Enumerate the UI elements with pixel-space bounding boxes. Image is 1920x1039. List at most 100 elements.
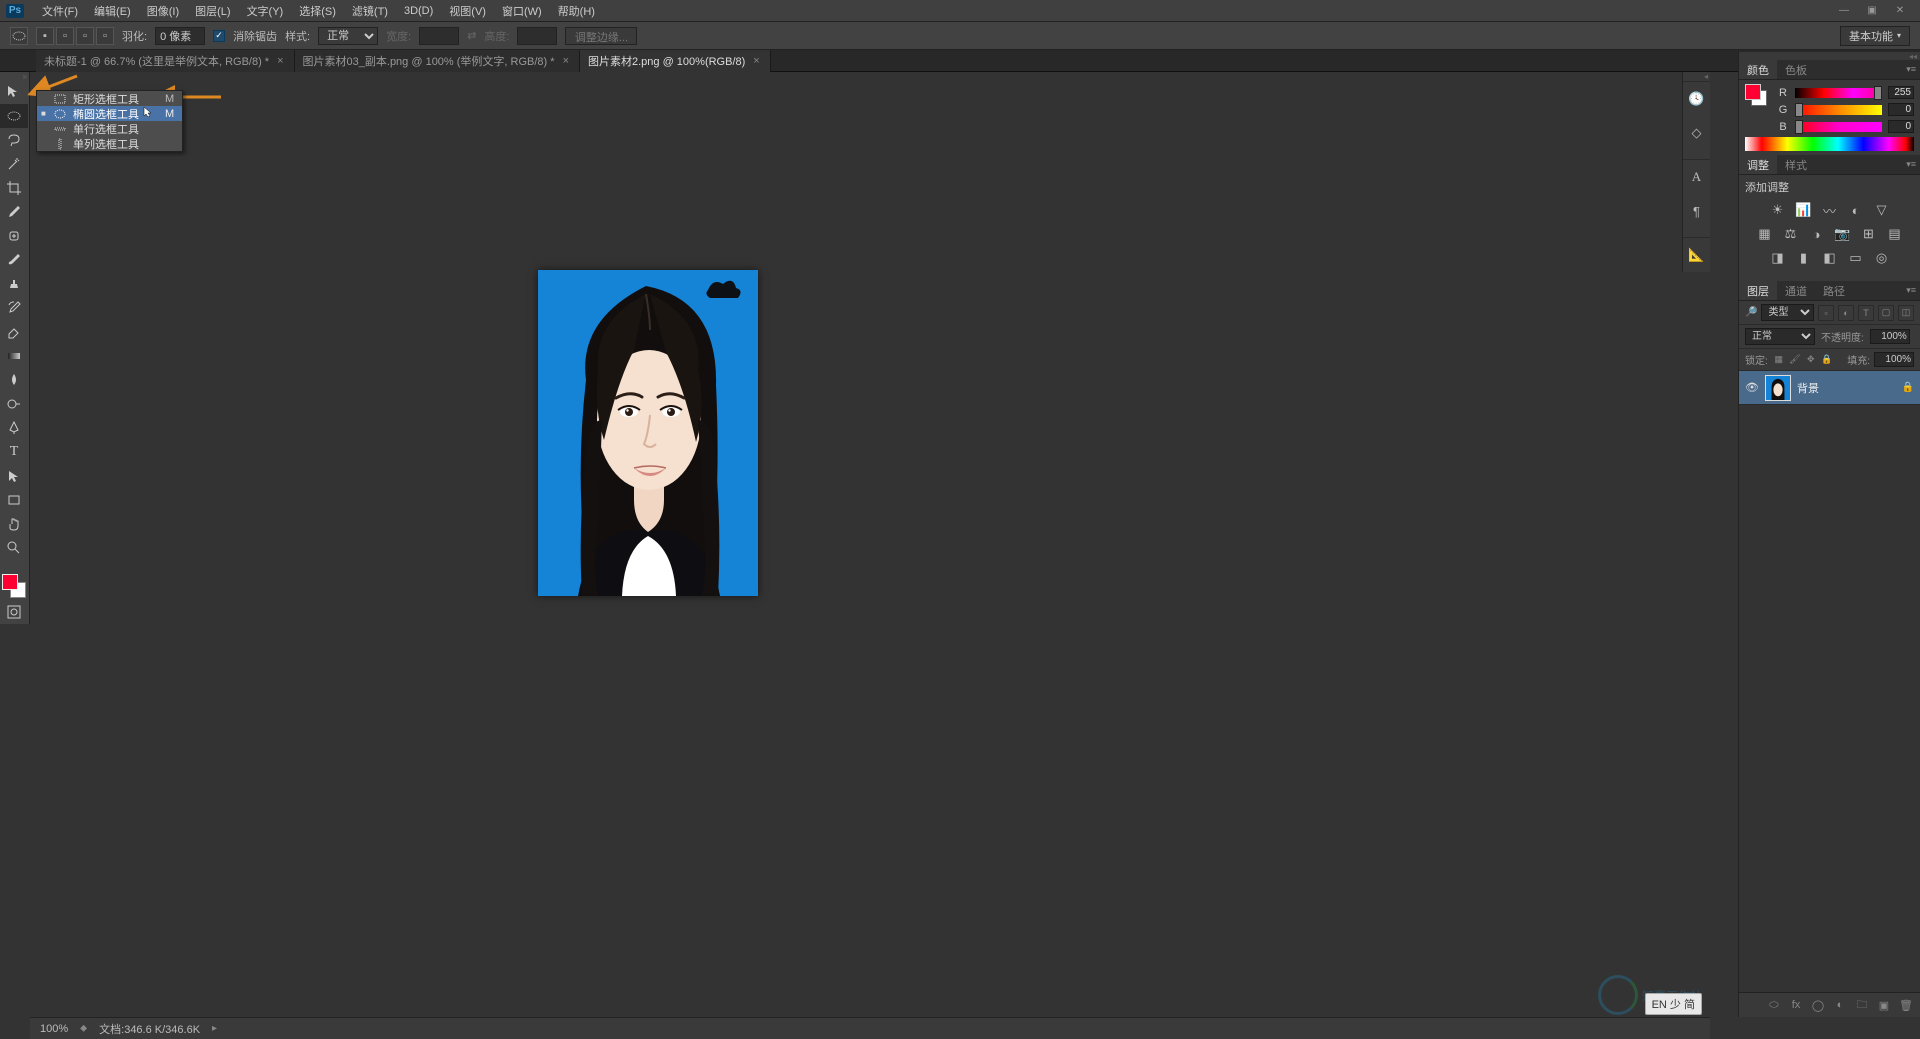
- new-layer-icon[interactable]: ▣: [1876, 997, 1892, 1013]
- brush-tool[interactable]: [0, 248, 28, 272]
- layer-item-background[interactable]: 👁 背景 🔒: [1739, 371, 1920, 405]
- lock-position-icon[interactable]: ✥: [1804, 353, 1818, 367]
- g-value[interactable]: 0: [1888, 103, 1914, 116]
- channels-tab[interactable]: 通道: [1777, 281, 1815, 300]
- zoom-menu-icon[interactable]: ⬥: [80, 1023, 87, 1034]
- selection-intersect-button[interactable]: ▫: [96, 27, 114, 45]
- selection-add-button[interactable]: ▫: [56, 27, 74, 45]
- gradient-tool[interactable]: [0, 344, 28, 368]
- swatches-tab[interactable]: 色板: [1777, 60, 1815, 79]
- dodge-tool[interactable]: [0, 392, 28, 416]
- window-maximize-button[interactable]: ▣: [1858, 2, 1886, 20]
- posterize-adjustment-icon[interactable]: ▮: [1794, 249, 1814, 267]
- doc-tab-2[interactable]: 图片素材03_副本.png @ 100% (举例文字, RGB/8) *×: [295, 50, 580, 72]
- threshold-adjustment-icon[interactable]: ◧: [1820, 249, 1840, 267]
- window-minimize-button[interactable]: —: [1830, 2, 1858, 20]
- layers-tab[interactable]: 图层: [1739, 281, 1777, 300]
- blur-tool[interactable]: [0, 368, 28, 392]
- path-selection-tool[interactable]: [0, 464, 28, 488]
- menu-layer[interactable]: 图层(L): [187, 0, 238, 22]
- clone-stamp-tool[interactable]: [0, 272, 28, 296]
- foreground-color-swatch[interactable]: [2, 574, 18, 590]
- history-brush-tool[interactable]: [0, 296, 28, 320]
- brightness-adjustment-icon[interactable]: ☀: [1768, 201, 1788, 219]
- type-tool[interactable]: T: [0, 440, 28, 464]
- layer-mask-icon[interactable]: ◯: [1810, 997, 1826, 1013]
- color-swatches[interactable]: [2, 574, 28, 600]
- lock-icon[interactable]: 🔒: [1902, 382, 1914, 393]
- magic-wand-tool[interactable]: [0, 152, 28, 176]
- canvas-workspace[interactable]: [30, 72, 1710, 1017]
- selective-color-adjustment-icon[interactable]: ◎: [1872, 249, 1892, 267]
- workspace-switcher[interactable]: 基本功能▾: [1840, 26, 1910, 46]
- rectangular-marquee-option[interactable]: 矩形选框工具 M: [37, 91, 182, 106]
- hue-adjustment-icon[interactable]: ▦: [1755, 225, 1775, 243]
- refine-edge-button[interactable]: 调整边缘...: [565, 27, 637, 45]
- menu-image[interactable]: 图像(I): [139, 0, 187, 22]
- menu-filter[interactable]: 滤镜(T): [344, 0, 396, 22]
- eyedropper-tool[interactable]: [0, 200, 28, 224]
- menu-window[interactable]: 窗口(W): [494, 0, 550, 22]
- panel-menu-icon[interactable]: ▾≡: [1904, 285, 1920, 296]
- curves-adjustment-icon[interactable]: 〰: [1820, 201, 1840, 219]
- close-icon[interactable]: ×: [751, 55, 761, 67]
- link-layers-icon[interactable]: ⬭: [1766, 997, 1782, 1013]
- vibrance-adjustment-icon[interactable]: ▽: [1872, 201, 1892, 219]
- close-icon[interactable]: ×: [561, 55, 571, 67]
- active-tool-preset[interactable]: [10, 27, 28, 45]
- close-icon[interactable]: ×: [275, 55, 285, 67]
- layer-style-icon[interactable]: fx: [1788, 997, 1804, 1013]
- menu-edit[interactable]: 编辑(E): [86, 0, 139, 22]
- levels-adjustment-icon[interactable]: 📊: [1794, 201, 1814, 219]
- photo-filter-adjustment-icon[interactable]: 📷: [1833, 225, 1853, 243]
- document-image[interactable]: [538, 270, 758, 596]
- lock-image-icon[interactable]: 🖌: [1788, 353, 1802, 367]
- selection-new-button[interactable]: ▪: [36, 27, 54, 45]
- pen-tool[interactable]: [0, 416, 28, 440]
- bw-adjustment-icon[interactable]: ◑: [1807, 225, 1827, 243]
- gradient-map-adjustment-icon[interactable]: ▭: [1846, 249, 1866, 267]
- marquee-tool[interactable]: [0, 104, 28, 128]
- style-select[interactable]: 正常: [318, 27, 378, 45]
- new-group-icon[interactable]: 🗀: [1854, 997, 1870, 1013]
- r-value[interactable]: 255: [1888, 86, 1914, 99]
- menu-select[interactable]: 选择(S): [291, 0, 344, 22]
- eraser-tool[interactable]: [0, 320, 28, 344]
- r-slider[interactable]: [1795, 88, 1882, 98]
- menu-3d[interactable]: 3D(D): [396, 2, 441, 20]
- visibility-toggle-icon[interactable]: 👁: [1745, 381, 1759, 395]
- zoom-level[interactable]: 100%: [40, 1023, 68, 1035]
- single-col-marquee-option[interactable]: 单列选框工具: [37, 136, 182, 151]
- selection-subtract-button[interactable]: ▫: [76, 27, 94, 45]
- filter-pixel-icon[interactable]: ▫: [1818, 305, 1834, 321]
- doc-tab-1[interactable]: 未标题-1 @ 66.7% (这里是举例文本, RGB/8) *×: [36, 50, 295, 72]
- filter-shape-icon[interactable]: ▢: [1878, 305, 1894, 321]
- healing-brush-tool[interactable]: [0, 224, 28, 248]
- layer-name[interactable]: 背景: [1797, 380, 1896, 396]
- history-panel-icon[interactable]: 🕓: [1686, 88, 1708, 110]
- properties-panel-icon[interactable]: ◇: [1686, 122, 1708, 144]
- layer-thumbnail[interactable]: [1765, 375, 1791, 401]
- shape-tool[interactable]: [0, 488, 28, 512]
- b-value[interactable]: 0: [1888, 120, 1914, 133]
- measurement-panel-icon[interactable]: 📐: [1686, 244, 1708, 266]
- panel-menu-icon[interactable]: ▾≡: [1904, 159, 1920, 170]
- ime-indicator[interactable]: EN 少 简: [1645, 993, 1702, 1015]
- color-balance-adjustment-icon[interactable]: ⚖: [1781, 225, 1801, 243]
- color-tab[interactable]: 颜色: [1739, 60, 1777, 79]
- quick-mask-toggle[interactable]: [0, 600, 28, 624]
- color-ramp[interactable]: [1745, 137, 1914, 151]
- lock-all-icon[interactable]: 🔒: [1820, 353, 1834, 367]
- hand-tool[interactable]: [0, 512, 28, 536]
- filter-type-icon[interactable]: T: [1858, 305, 1874, 321]
- lasso-tool[interactable]: [0, 128, 28, 152]
- doc-tab-3[interactable]: 图片素材2.png @ 100%(RGB/8)×: [580, 50, 771, 72]
- window-close-button[interactable]: ✕: [1886, 2, 1914, 20]
- adjustments-tab[interactable]: 调整: [1739, 155, 1777, 174]
- status-menu-icon[interactable]: ▸: [212, 1023, 217, 1034]
- fill-value[interactable]: 100%: [1874, 352, 1914, 367]
- invert-adjustment-icon[interactable]: ◨: [1768, 249, 1788, 267]
- menu-help[interactable]: 帮助(H): [550, 0, 603, 22]
- g-slider[interactable]: [1795, 105, 1882, 115]
- elliptical-marquee-option[interactable]: ■ 椭圆选框工具 M: [37, 106, 182, 121]
